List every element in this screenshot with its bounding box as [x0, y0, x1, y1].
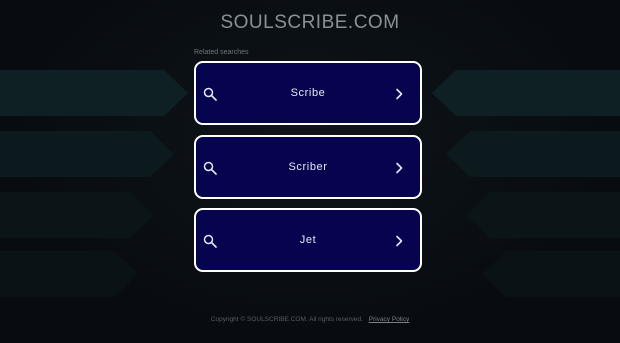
chevron-right-icon [396, 162, 403, 174]
decor-shape-right-4 [482, 251, 620, 297]
related-search-label: Jet [299, 234, 317, 246]
related-search-button-jet[interactable]: Jet [194, 208, 422, 272]
decor-shape-left-3 [0, 192, 154, 238]
related-search-label: Scriber [288, 161, 328, 173]
page: SOULSCRIBE.COM Related searches Scribe S… [0, 0, 620, 343]
decor-shape-left-4 [0, 251, 138, 297]
related-search-button-scribe[interactable]: Scribe [194, 61, 422, 125]
copyright-text: Copyright © SOULSCRIBE.COM. All rights r… [210, 316, 363, 323]
privacy-policy-link[interactable]: Privacy Policy [369, 316, 409, 323]
decor-shape-right-2 [446, 131, 620, 177]
related-search-button-scriber[interactable]: Scriber [194, 135, 422, 199]
related-searches-label: Related searches [194, 49, 249, 56]
footer: Copyright © SOULSCRIBE.COM. All rights r… [0, 316, 620, 323]
decor-shape-left-2 [0, 131, 174, 177]
decor-shape-right-1 [432, 70, 620, 116]
decor-shape-left-1 [0, 70, 188, 116]
related-search-label: Scribe [290, 87, 326, 99]
site-title: SOULSCRIBE.COM [220, 12, 400, 33]
decor-shape-right-3 [466, 192, 620, 238]
chevron-right-icon [396, 88, 403, 100]
chevron-right-icon [396, 235, 403, 247]
